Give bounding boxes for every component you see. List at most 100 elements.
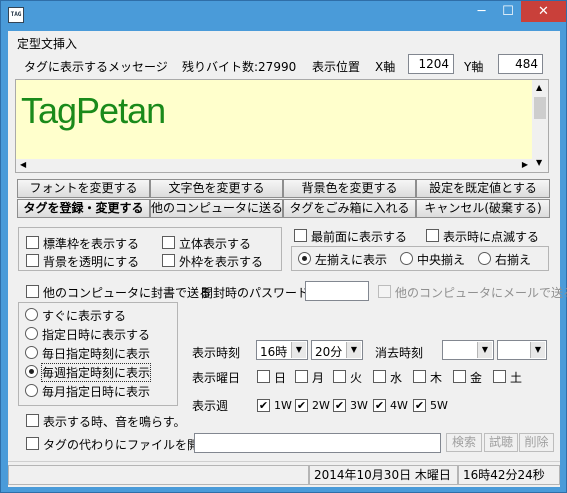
send-to-other-button[interactable]: 他のコンピュータに送る [150, 199, 283, 218]
trash-tag-button[interactable]: タグをごみ箱に入れる [283, 199, 416, 218]
status-pane-empty [8, 465, 309, 485]
remaining-bytes: 残りバイト数:27990 [182, 60, 297, 74]
message-label: タグに表示するメッセージ [24, 60, 168, 74]
timing-label-weekly: 毎週指定時刻に表示 [40, 363, 152, 382]
timing-label-daily: 毎日指定時刻に表示 [42, 347, 151, 361]
search-button[interactable]: 検索 [446, 433, 482, 452]
seal-send-checkbox[interactable] [26, 285, 39, 298]
week-checkbox-5[interactable]: ✔ [413, 399, 426, 412]
week-label-3: 3W [350, 399, 368, 412]
chevron-down-icon: ▼ [291, 342, 306, 358]
timing-label-datetime: 指定日時に表示する [42, 328, 151, 342]
solid-checkbox[interactable] [162, 236, 175, 249]
blink-label: 表示時に点滅する [443, 230, 540, 244]
align-left-label: 左揃えに表示 [315, 253, 388, 267]
show-minute-select[interactable]: 20分 ▼ [311, 340, 363, 360]
transparent-bg-label: 背景を透明にする [43, 255, 140, 269]
maximize-button[interactable]: ☐ [495, 1, 521, 22]
file-path-field[interactable] [194, 433, 441, 453]
title-bar[interactable]: TAG ─ ☐ ✕ [1, 1, 566, 31]
message-text: TagPetan [21, 90, 166, 131]
mail-send-checkbox[interactable] [378, 285, 391, 298]
app-icon: TAG [8, 7, 24, 23]
weekday-checkbox-fri[interactable] [453, 370, 466, 383]
scroll-down-icon[interactable]: ▼ [536, 158, 542, 167]
y-axis-field[interactable]: 484 [498, 54, 543, 74]
chevron-down-icon: ▼ [530, 342, 545, 358]
set-defaults-button[interactable]: 設定を既定値とする [416, 179, 550, 198]
status-date: 2014年10月30日 木曜日 [309, 465, 458, 485]
delete-button[interactable]: 削除 [519, 433, 554, 452]
align-center-radio[interactable] [400, 252, 413, 265]
topmost-checkbox[interactable] [294, 229, 307, 242]
weekday-label-thu: 木 [430, 371, 443, 385]
erase-minute-select[interactable]: ▼ [497, 340, 547, 360]
solid-label: 立体表示する [179, 237, 252, 251]
outer-frame-checkbox[interactable] [162, 254, 175, 267]
weekday-checkbox-wed[interactable] [373, 370, 386, 383]
scroll-thumb[interactable] [534, 97, 546, 119]
x-axis-field[interactable]: 1204 [408, 54, 454, 74]
weekday-label-sun: 日 [274, 371, 287, 385]
weekday-checkbox-mon[interactable] [295, 370, 308, 383]
status-time: 16時42分24秒 [458, 465, 560, 485]
mail-send-label: 他のコンピュータにメールで送る [395, 286, 567, 300]
week-checkbox-1[interactable]: ✔ [257, 399, 270, 412]
week-label-4: 4W [390, 399, 408, 412]
timing-radio-monthly[interactable] [25, 384, 38, 397]
scroll-up-icon[interactable]: ▲ [536, 83, 542, 92]
weekday-checkbox-tue[interactable] [333, 370, 346, 383]
change-bg-color-button[interactable]: 背景色を変更する [283, 179, 416, 198]
horizontal-scrollbar[interactable]: ◀ ▶ [16, 159, 532, 172]
timing-radio-datetime[interactable] [25, 327, 38, 340]
blink-checkbox[interactable] [426, 229, 439, 242]
preview-button[interactable]: 試聴 [484, 433, 518, 452]
show-hour-select[interactable]: 16時 ▼ [256, 340, 308, 360]
weekday-label-tue: 火 [350, 371, 363, 385]
weekday-label-sat: 土 [510, 371, 523, 385]
password-field[interactable] [305, 281, 369, 301]
change-text-color-button[interactable]: 文字色を変更する [150, 179, 283, 198]
register-tag-button[interactable]: タグを登録・変更する [17, 199, 150, 218]
erase-time-label: 消去時刻 [375, 346, 424, 360]
show-time-label: 表示時刻 [192, 346, 241, 360]
weekday-checkbox-sun[interactable] [257, 370, 270, 383]
week-label-5: 5W [430, 399, 448, 412]
scroll-left-icon[interactable]: ◀ [20, 160, 26, 169]
weekday-checkbox-thu[interactable] [413, 370, 426, 383]
weekday-label-fri: 金 [470, 371, 483, 385]
y-axis-label: Y軸 [464, 60, 484, 74]
status-bar: 2014年10月30日 木曜日 16時42分24秒 [8, 461, 560, 487]
message-textarea[interactable]: TagPetan ▲ ▼ ◀ ▶ [15, 79, 549, 173]
align-center-label: 中央揃え [417, 253, 466, 267]
close-button[interactable]: ✕ [521, 1, 566, 22]
show-minute-value: 20分 [315, 345, 343, 359]
vertical-scrollbar[interactable]: ▲ ▼ [532, 80, 548, 172]
application-window: TAG ─ ☐ ✕ 定型文挿入 タグに表示するメッセージ 残りバイト数:2799… [0, 0, 567, 493]
timing-radio-daily[interactable] [25, 346, 38, 359]
week-checkbox-4[interactable]: ✔ [373, 399, 386, 412]
standard-frame-checkbox[interactable] [26, 236, 39, 249]
weekday-label-wed: 水 [390, 371, 403, 385]
timing-radio-weekly[interactable] [25, 365, 38, 378]
week-checkbox-3[interactable]: ✔ [333, 399, 346, 412]
sound-label: 表示する時、音を鳴らす。 [43, 415, 186, 429]
erase-hour-select[interactable]: ▼ [442, 340, 494, 360]
scroll-right-icon[interactable]: ▶ [522, 160, 528, 169]
open-file-checkbox[interactable] [26, 437, 39, 450]
timing-radio-immediate[interactable] [25, 308, 38, 321]
transparent-bg-checkbox[interactable] [26, 254, 39, 267]
weekday-checkbox-sat[interactable] [493, 370, 506, 383]
align-left-radio[interactable] [298, 252, 311, 265]
sound-checkbox[interactable] [26, 414, 39, 427]
change-font-button[interactable]: フォントを変更する [17, 179, 150, 198]
align-right-label: 右揃え [495, 253, 532, 267]
position-label: 表示位置 [312, 60, 361, 74]
cancel-button[interactable]: キャンセル(破棄する) [416, 199, 550, 218]
week-checkbox-2[interactable]: ✔ [295, 399, 308, 412]
minimize-button[interactable]: ─ [468, 1, 495, 22]
dialog-title: 定型文挿入 [17, 37, 78, 51]
password-label: 開封時のパスワード [201, 286, 310, 300]
show-hour-value: 16時 [260, 345, 288, 359]
align-right-radio[interactable] [478, 252, 491, 265]
